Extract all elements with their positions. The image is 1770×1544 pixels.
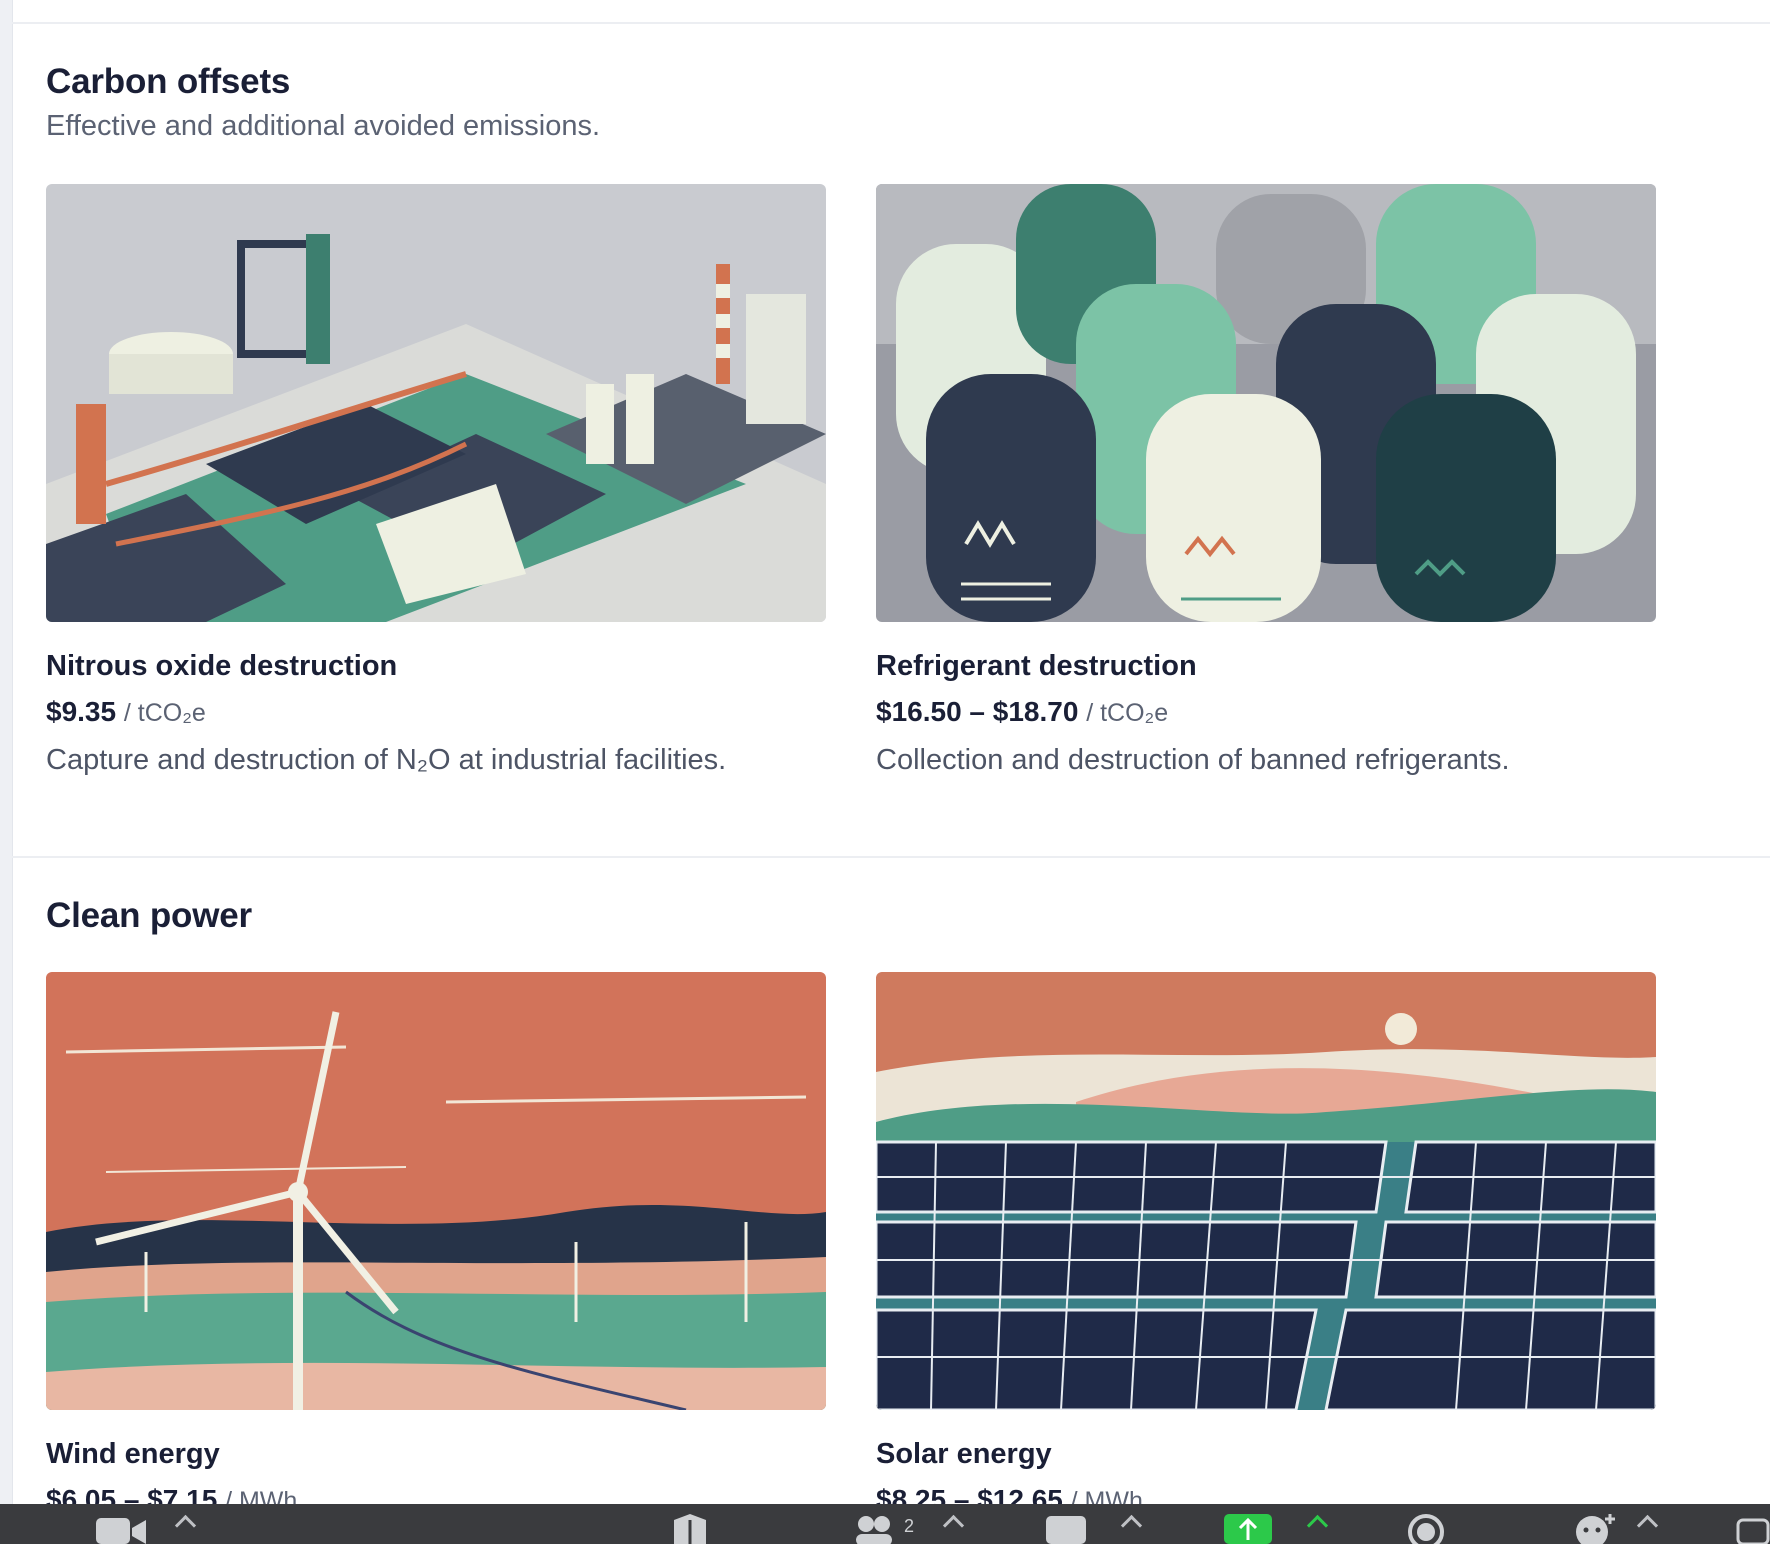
section-subtitle-carbon-offsets: Effective and additional avoided emissio… (46, 110, 601, 142)
section-title-carbon-offsets: Carbon offsets (46, 62, 291, 101)
participants-count: 2 (904, 1516, 915, 1536)
record-icon[interactable] (1406, 1512, 1446, 1544)
card-description: Collection and destruction of banned ref… (876, 744, 1510, 776)
price-value: $9.35 (46, 696, 117, 727)
left-edge-divider (0, 0, 13, 1504)
video-camera-icon[interactable] (96, 1512, 148, 1544)
section-title-clean-power: Clean power (46, 896, 252, 935)
reactions-options-caret-icon[interactable] (1636, 1514, 1659, 1537)
top-divider (12, 22, 1770, 24)
participants-options-caret-icon[interactable] (942, 1514, 965, 1537)
industrial-facility-illustration (46, 184, 826, 622)
price-unit: / tCO₂e (123, 699, 206, 727)
chat-options-caret-icon[interactable] (1120, 1514, 1143, 1537)
participants-icon[interactable] (854, 1512, 894, 1544)
price-unit: / tCO₂e (1086, 699, 1169, 727)
card-description: Capture and destruction of N₂O at indust… (46, 744, 727, 776)
card-price: $16.50 – $18.70 / tCO₂e (876, 696, 1168, 728)
chat-icon[interactable] (1046, 1512, 1086, 1544)
reactions-icon[interactable] (1574, 1512, 1618, 1544)
refrigerant-tanks-illustration (876, 184, 1656, 622)
card-title: Wind energy (46, 1438, 220, 1470)
share-screen-icon[interactable] (1224, 1512, 1272, 1544)
card-title: Refrigerant destruction (876, 650, 1197, 682)
card-title: Nitrous oxide destruction (46, 650, 398, 682)
meeting-toolbar: 2 (0, 1504, 1770, 1544)
solar-panels-illustration (876, 972, 1656, 1410)
card-price: $9.35 / tCO₂e (46, 696, 206, 728)
wind-turbines-illustration (46, 972, 826, 1410)
more-icon[interactable] (1736, 1512, 1770, 1544)
video-options-caret-icon[interactable] (174, 1514, 197, 1537)
shield-icon[interactable] (672, 1512, 708, 1544)
section-divider (12, 856, 1770, 858)
price-value: $16.50 – $18.70 (876, 696, 1079, 727)
card-title: Solar energy (876, 1438, 1052, 1470)
share-options-caret-icon[interactable] (1306, 1514, 1329, 1537)
